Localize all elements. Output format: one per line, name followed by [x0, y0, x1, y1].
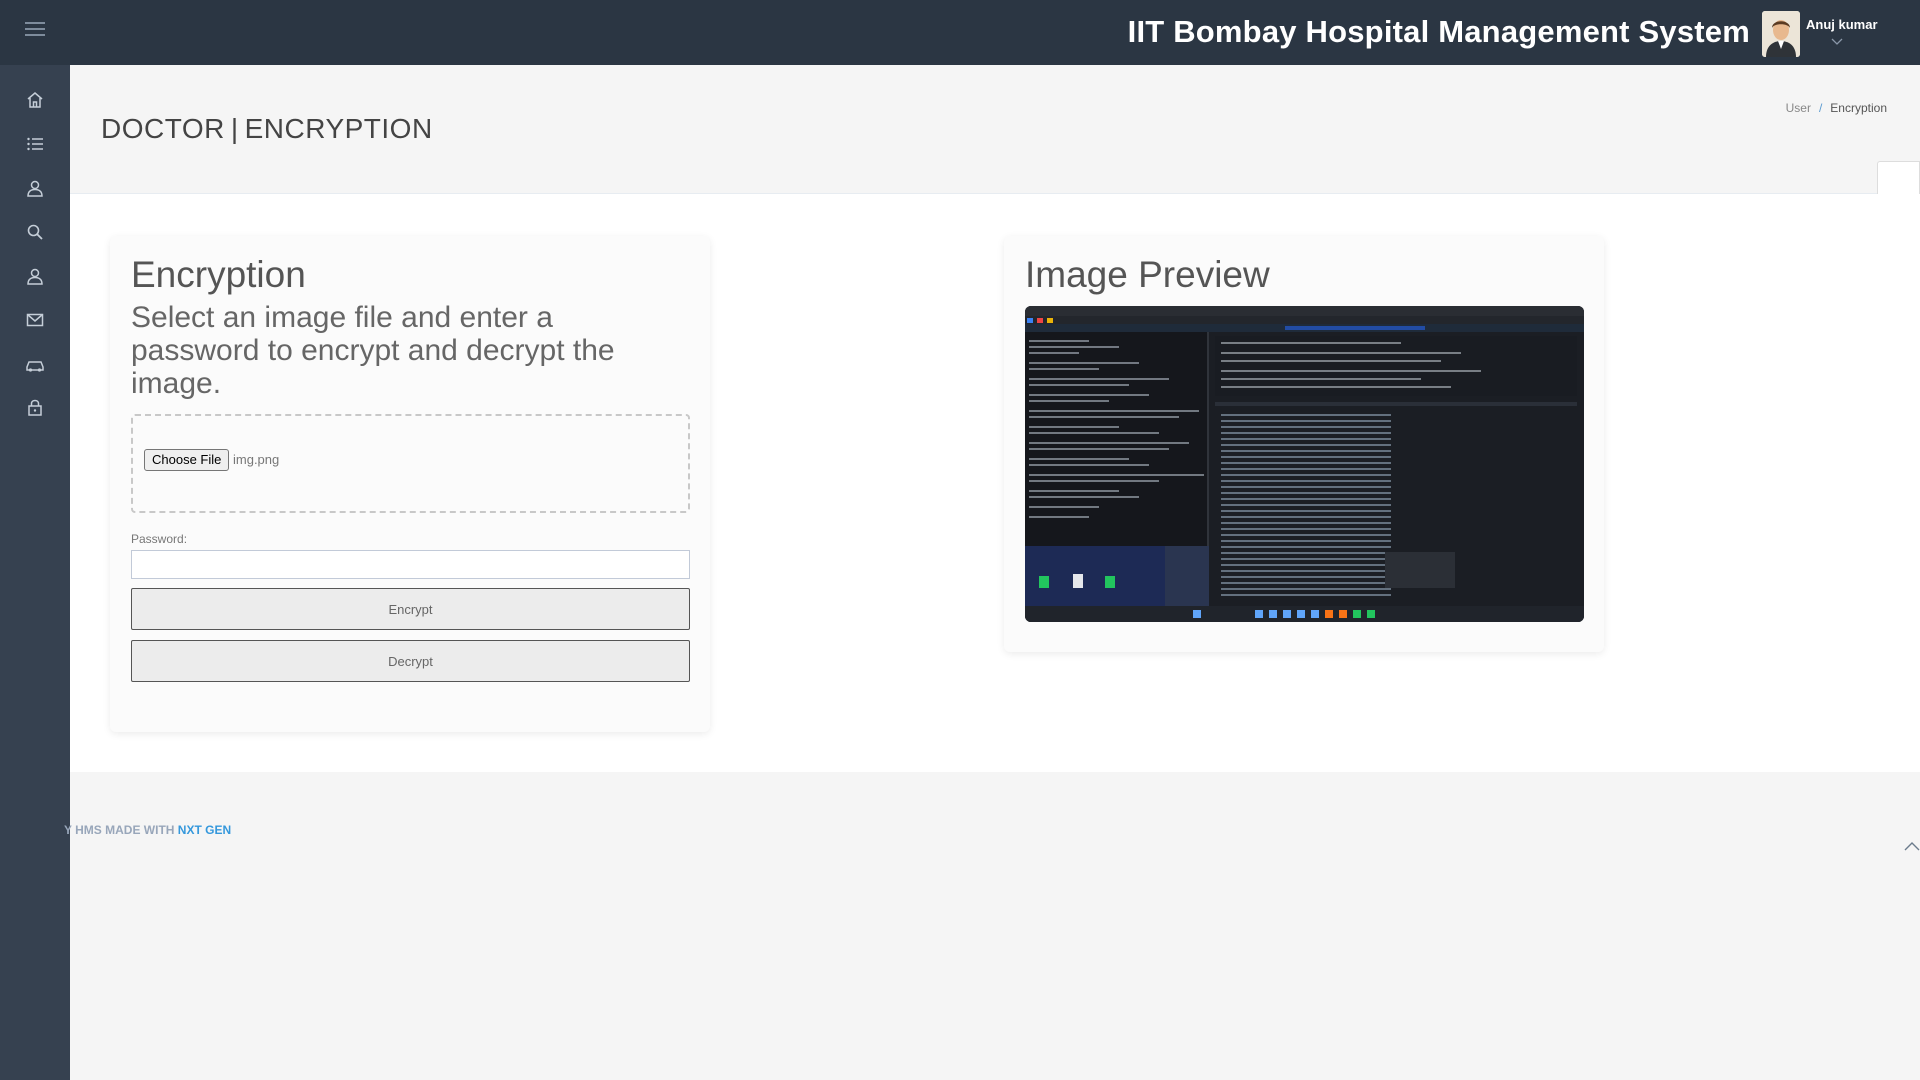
sidebar-item-profile[interactable] — [0, 256, 70, 296]
encryption-instructions: Select an image file and enter a passwor… — [131, 301, 615, 400]
home-icon — [27, 92, 43, 108]
car-icon — [26, 361, 44, 372]
breadcrumb-current: Encryption — [1830, 101, 1887, 115]
top-header: IIT Bombay Hospital Management System An… — [0, 0, 1920, 65]
encryption-card: Encryption Select an image file and ente… — [110, 236, 710, 732]
sidebar-item-vehicle[interactable] — [0, 345, 70, 385]
lock-icon — [28, 399, 42, 416]
search-icon — [27, 224, 43, 240]
encryption-heading: Encryption — [131, 254, 306, 295]
sidebar — [0, 65, 70, 1080]
page-title: DOCTOR | ENCRYPTION — [101, 113, 433, 145]
image-preview-card: Image Preview — [1004, 236, 1604, 652]
image-preview — [1025, 306, 1584, 622]
sidebar-item-user[interactable] — [0, 168, 70, 208]
breadcrumb: User / Encryption — [1786, 101, 1887, 115]
breadcrumb-separator: / — [1818, 101, 1823, 115]
sidebar-item-search[interactable] — [0, 212, 70, 252]
user-name[interactable]: Anuj kumar — [1806, 17, 1878, 32]
sidebar-item-lock[interactable] — [0, 387, 70, 427]
list-icon — [27, 137, 43, 151]
page-title-separator: | — [230, 113, 239, 144]
chevron-up-icon[interactable] — [1904, 838, 1920, 856]
user-icon — [27, 268, 43, 285]
envelope-icon — [26, 313, 44, 327]
page-title-section: DOCTOR — [101, 113, 225, 144]
footer-brand-link[interactable]: NXT GEN — [178, 823, 231, 837]
page-header: DOCTOR | ENCRYPTION User / Encryption — [70, 65, 1920, 194]
chevron-down-icon[interactable] — [1831, 33, 1843, 51]
main-content: Encryption Select an image file and ente… — [70, 194, 1920, 772]
user-icon — [27, 180, 43, 197]
hamburger-icon[interactable] — [25, 22, 45, 38]
footer-credit: Y HMS MADE WITH NXT GEN — [64, 823, 231, 837]
password-label: Password: — [131, 532, 188, 546]
sidebar-item-list[interactable] — [0, 124, 70, 164]
decrypt-button[interactable]: Decrypt — [131, 640, 690, 682]
user-avatar[interactable] — [1762, 11, 1800, 57]
encrypt-button[interactable]: Encrypt — [131, 588, 690, 630]
file-drop-zone[interactable]: Choose File img.png — [131, 414, 690, 513]
selected-file-name: img.png — [233, 452, 280, 467]
page-title-page: ENCRYPTION — [244, 113, 433, 144]
image-preview-heading: Image Preview — [1025, 254, 1270, 295]
footer-credit-text: Y HMS MADE WITH — [64, 823, 178, 837]
sidebar-item-messages[interactable] — [0, 300, 70, 340]
breadcrumb-user-link[interactable]: User — [1786, 101, 1811, 115]
password-field[interactable] — [131, 550, 690, 579]
sidebar-item-home[interactable] — [0, 80, 70, 120]
app-title: IIT Bombay Hospital Management System — [1127, 14, 1750, 49]
footer: Y HMS MADE WITH NXT GEN — [64, 772, 1920, 1080]
choose-file-button[interactable]: Choose File — [144, 449, 230, 471]
